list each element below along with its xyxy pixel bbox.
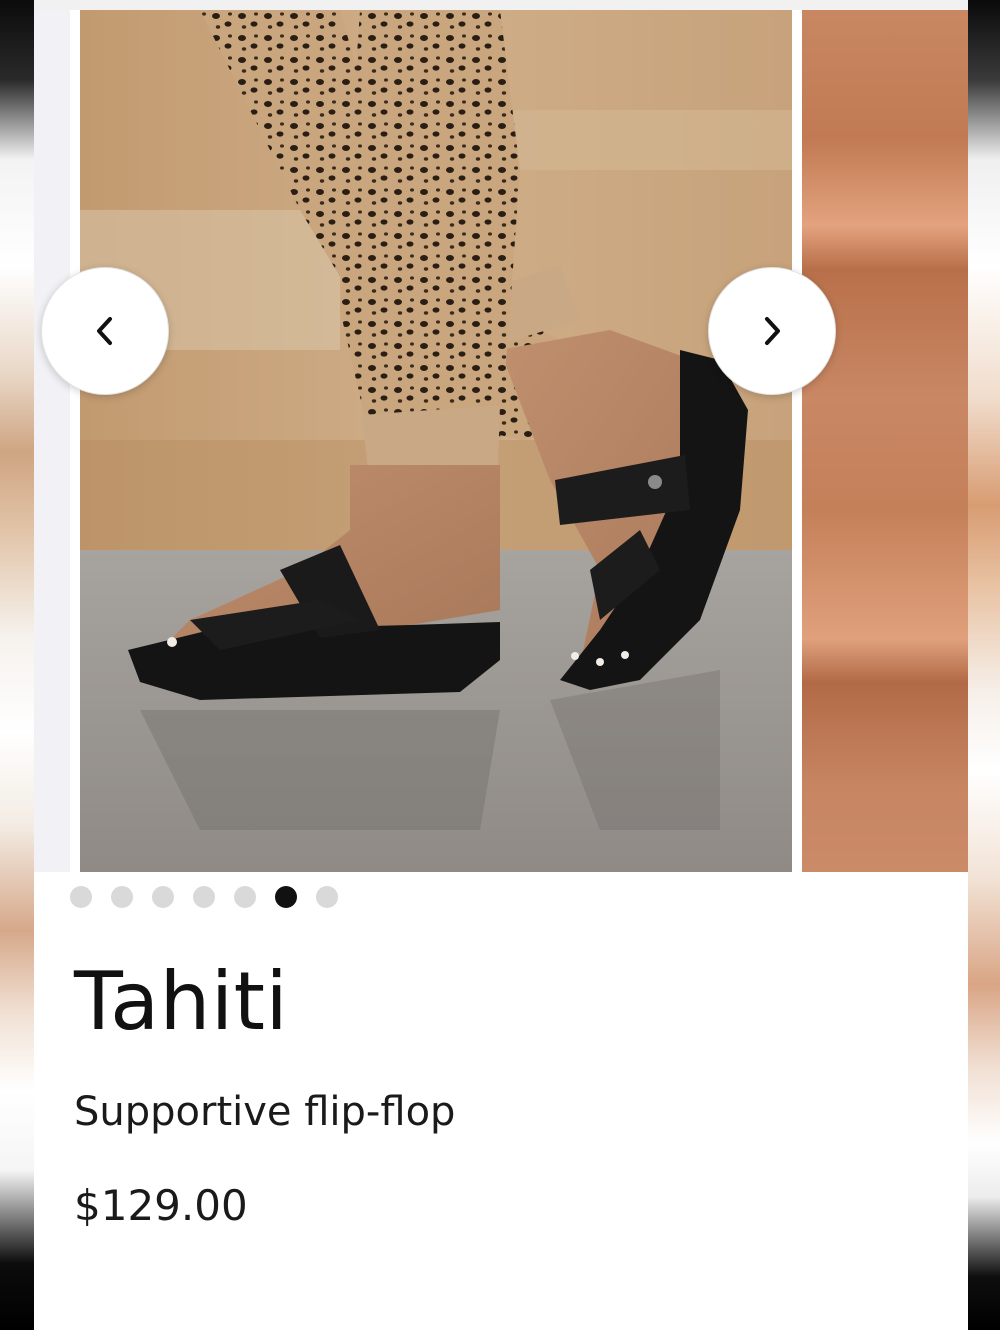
product-name: Tahiti <box>74 955 289 1048</box>
carousel-next-button[interactable] <box>708 267 836 395</box>
product-photo-sandals <box>80 10 792 872</box>
chevron-left-icon <box>97 317 112 345</box>
carousel-dot[interactable] <box>111 886 133 908</box>
background-blur-right <box>966 0 1000 1330</box>
carousel-pagination <box>70 886 338 908</box>
product-card: Tahiti Supportive flip-flop $129.00 <box>34 0 968 1330</box>
next-slide-preview[interactable] <box>802 10 968 872</box>
product-description: Supportive flip-flop <box>74 1089 456 1135</box>
previous-slide-edge[interactable] <box>34 10 70 872</box>
carousel-top-divider <box>34 0 968 10</box>
carousel-dot[interactable] <box>70 886 92 908</box>
product-price: $129.00 <box>74 1181 248 1230</box>
carousel-dot[interactable] <box>316 886 338 908</box>
product-image-current[interactable] <box>80 10 792 872</box>
background-blur-left <box>0 0 34 1330</box>
product-image-carousel[interactable] <box>34 10 968 872</box>
carousel-dot[interactable] <box>234 886 256 908</box>
chevron-right-icon <box>765 317 780 345</box>
carousel-dot[interactable] <box>152 886 174 908</box>
carousel-dot-active[interactable] <box>275 886 297 908</box>
carousel-prev-button[interactable] <box>41 267 169 395</box>
carousel-dot[interactable] <box>193 886 215 908</box>
